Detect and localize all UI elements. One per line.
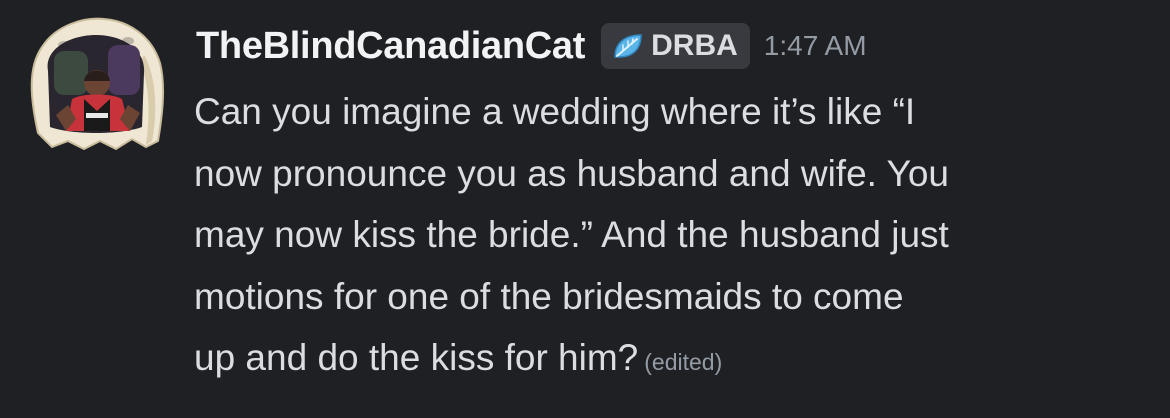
edited-label: (edited) bbox=[644, 349, 723, 375]
message-line: Can you imagine a wedding where it’s lik… bbox=[194, 91, 916, 132]
message-line: now pronounce you as husband and wife. Y… bbox=[194, 152, 949, 194]
message-line-last: up and do the kiss for him? (edited) bbox=[194, 327, 1154, 394]
leaf-icon bbox=[611, 31, 645, 61]
message-content: Can you imagine a wedding where it’s lik… bbox=[194, 81, 1154, 394]
message-line-text: up and do the kiss for him? bbox=[194, 337, 639, 378]
ghost-jersey-avatar-icon bbox=[30, 17, 165, 151]
username[interactable]: TheBlindCanadianCat bbox=[196, 25, 585, 68]
guild-tag-label: DRBA bbox=[651, 29, 738, 62]
message-line: motions for one of the bridesmaids to co… bbox=[194, 275, 904, 317]
message-line: may now kiss the bride.” And the husband… bbox=[194, 214, 949, 255]
message-header: TheBlindCanadianCat DRBA 1:47 AM bbox=[196, 20, 867, 72]
avatar[interactable] bbox=[24, 15, 166, 153]
timestamp[interactable]: 1:47 AM bbox=[764, 30, 867, 62]
guild-tag[interactable]: DRBA bbox=[601, 23, 750, 69]
chat-message: TheBlindCanadianCat DRBA 1:47 AM Can you… bbox=[0, 0, 1170, 418]
